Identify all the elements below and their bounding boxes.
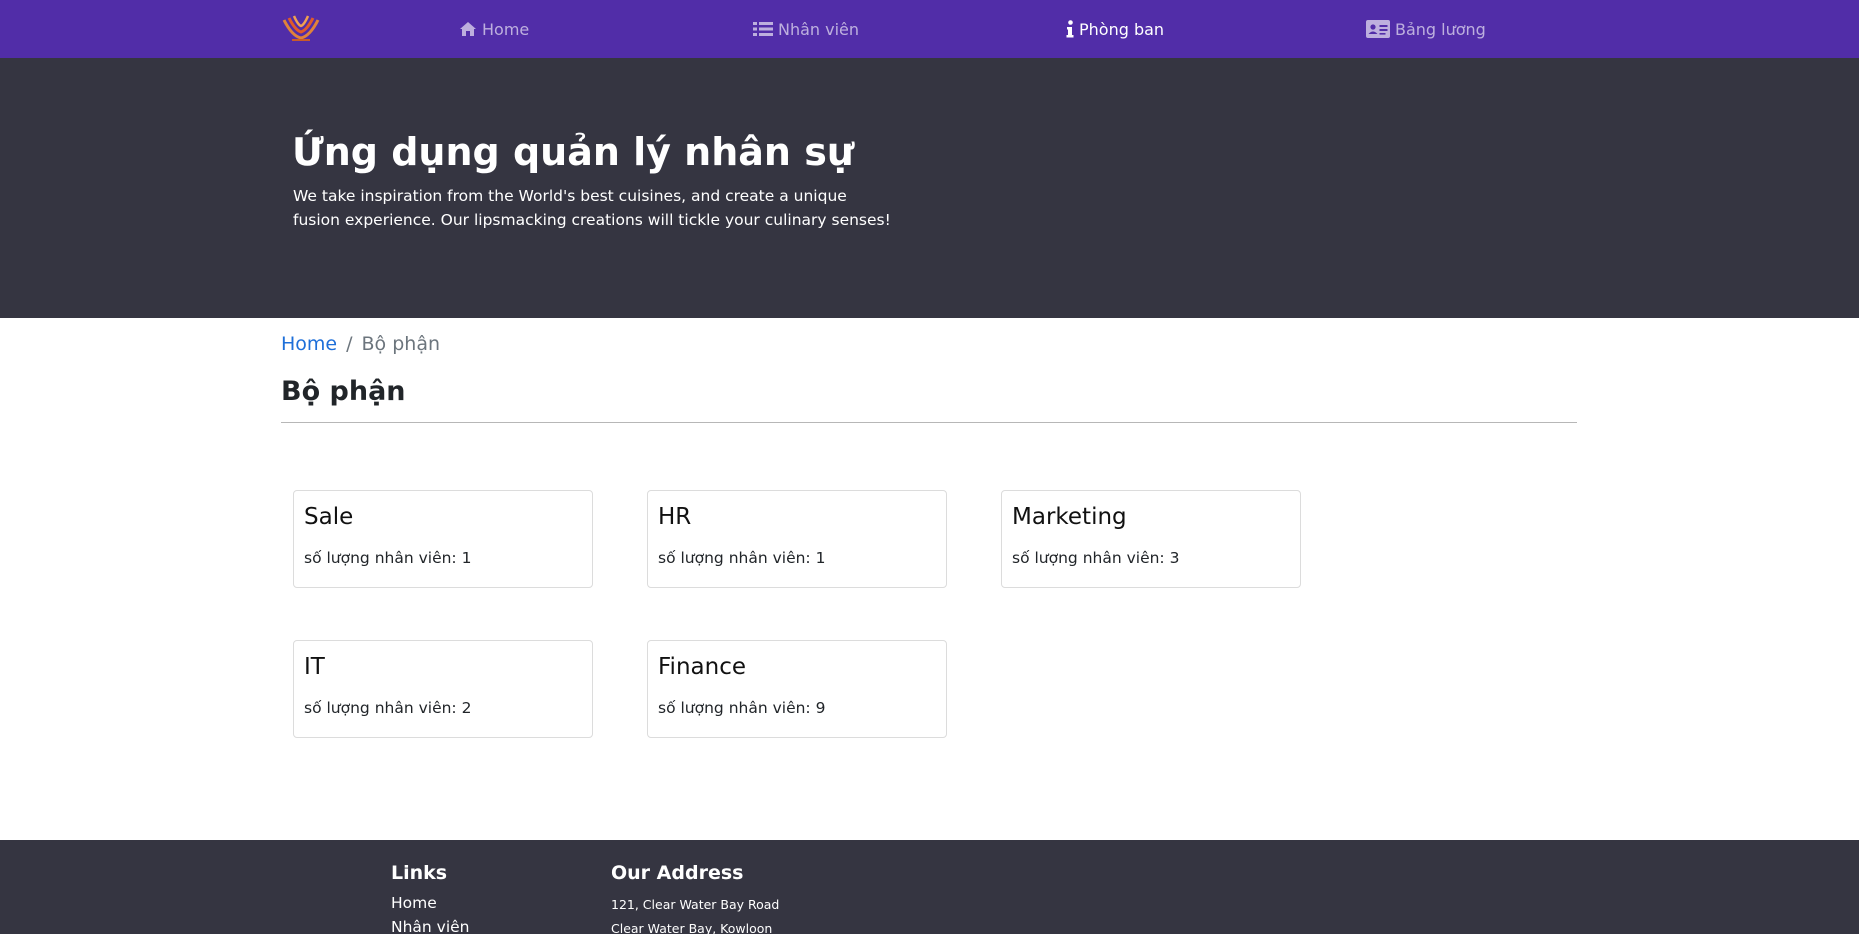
breadcrumb: Home / Bộ phận xyxy=(281,332,440,356)
nav-departments-label: Phòng ban xyxy=(1079,19,1165,39)
department-name: Sale xyxy=(304,504,354,530)
department-name: IT xyxy=(304,654,325,680)
breadcrumb-current: Bộ phận xyxy=(361,333,441,355)
department-staff-count: số lượng nhân viên: 1 xyxy=(304,549,472,567)
breadcrumb-separator: / xyxy=(346,333,353,355)
nav-home-link[interactable]: Home xyxy=(459,18,529,40)
department-card-sale[interactable]: Sale số lượng nhân viên: 1 xyxy=(293,490,593,588)
footer-link-staff[interactable]: Nhân viên xyxy=(391,918,470,934)
title-divider xyxy=(281,422,1577,423)
footer-links-title: Links xyxy=(391,862,448,884)
breadcrumb-home-link[interactable]: Home xyxy=(281,333,337,355)
footer-address-line: 121, Clear Water Bay Road xyxy=(611,897,780,912)
department-card-it[interactable]: IT số lượng nhân viên: 2 xyxy=(293,640,593,738)
brand-logo-icon[interactable] xyxy=(280,12,322,46)
home-icon xyxy=(460,22,476,36)
department-card-hr[interactable]: HR số lượng nhân viên: 1 xyxy=(647,490,947,588)
footer-link-home[interactable]: Home xyxy=(391,894,437,912)
department-name: HR xyxy=(658,504,692,530)
page-title: Bộ phận xyxy=(281,376,406,407)
department-card-finance[interactable]: Finance số lượng nhân viên: 9 xyxy=(647,640,947,738)
department-staff-count: số lượng nhân viên: 2 xyxy=(304,699,472,717)
department-name: Finance xyxy=(658,654,746,680)
footer-address-line: Clear Water Bay, Kowloon xyxy=(611,921,773,934)
hero-banner: Ứng dụng quản lý nhân sự We take inspira… xyxy=(0,58,1859,318)
nav-staff-link[interactable]: Nhân viên xyxy=(753,18,859,40)
app-title: Ứng dụng quản lý nhân sự xyxy=(292,130,854,174)
id-card-icon xyxy=(1366,20,1390,38)
department-name: Marketing xyxy=(1012,504,1127,530)
department-staff-count: số lượng nhân viên: 9 xyxy=(658,699,826,717)
nav-salary-link[interactable]: Bảng lương xyxy=(1366,18,1486,40)
nav-salary-label: Bảng lương xyxy=(1395,19,1486,39)
department-staff-count: số lượng nhân viên: 3 xyxy=(1012,549,1180,567)
info-icon xyxy=(1066,20,1074,38)
list-icon xyxy=(753,22,773,36)
nav-home-label: Home xyxy=(482,19,530,39)
top-navbar: Home Nhân viên Phòng ban Bảng lương xyxy=(0,0,1859,58)
footer-address-title: Our Address xyxy=(611,862,744,884)
nav-staff-label: Nhân viên xyxy=(778,19,860,39)
nav-departments-link[interactable]: Phòng ban xyxy=(1066,18,1164,40)
department-staff-count: số lượng nhân viên: 1 xyxy=(658,549,826,567)
app-description: We take inspiration from the World's bes… xyxy=(293,187,891,229)
page-footer: Links Home Nhân viên Our Address 121, Cl… xyxy=(0,840,1859,934)
department-card-marketing[interactable]: Marketing số lượng nhân viên: 3 xyxy=(1001,490,1301,588)
